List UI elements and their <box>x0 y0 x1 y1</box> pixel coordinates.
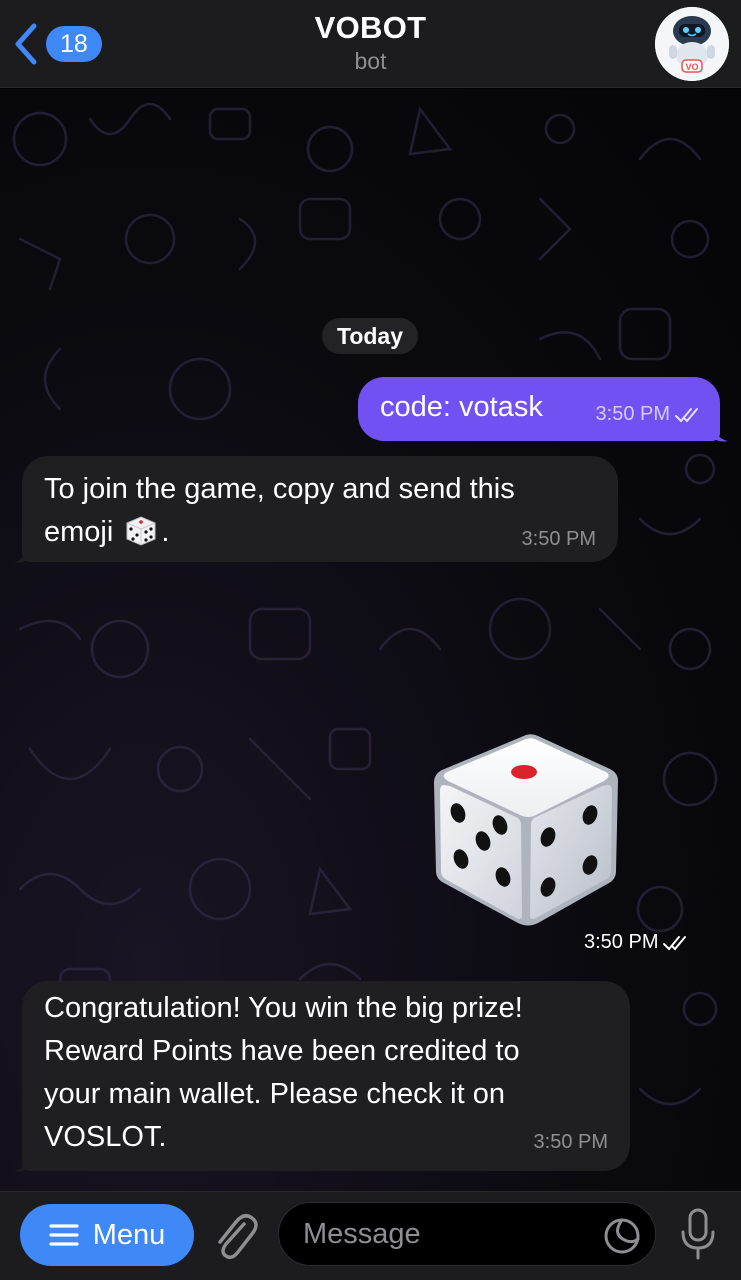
message-list[interactable]: Today code: votask 3:50 PM To join the g… <box>0 89 741 1191</box>
message-line: Reward Points have been credited to <box>44 1035 520 1067</box>
sticker-icon[interactable] <box>603 1217 641 1255</box>
message-text: code: votask <box>380 391 543 423</box>
message-line: To join the game, copy and send this <box>44 473 515 505</box>
chat-header: 18 VOBOT bot VO <box>0 0 741 88</box>
message-line: your main wallet. Please check it on <box>44 1078 505 1110</box>
menu-label: Menu <box>92 1218 166 1251</box>
chat-subtitle: bot <box>354 48 387 74</box>
bubble-tail <box>14 1153 30 1172</box>
message-time: 3:50 PM <box>595 403 670 425</box>
paperclip-icon[interactable] <box>210 1210 258 1262</box>
dice-emoji <box>434 734 618 926</box>
incoming-message[interactable]: Congratulation! You win the big prize! R… <box>22 981 630 1171</box>
message-line: VOSLOT. <box>44 1121 167 1153</box>
message-input-container <box>278 1202 656 1266</box>
message-text: To join the game, copy and send this emo… <box>44 468 515 554</box>
message-time: 3:50 PM <box>533 1131 608 1153</box>
message-line-prefix: emoji <box>44 516 122 548</box>
composer-bar: Menu <box>0 1191 741 1280</box>
message-text: Congratulation! You win the big prize! R… <box>44 987 523 1159</box>
robot-icon: VO <box>655 7 729 81</box>
message-time: 3:50 PM <box>521 528 596 550</box>
message-time: 3:50 PM <box>584 931 659 953</box>
bot-menu-button[interactable]: Menu <box>20 1204 194 1266</box>
chat-title-block[interactable]: VOBOT bot <box>0 10 741 75</box>
message-meta: 3:50 PM <box>584 931 690 954</box>
bot-avatar[interactable]: VO <box>655 7 729 81</box>
incoming-message[interactable]: To join the game, copy and send this emo… <box>22 456 618 562</box>
microphone-icon[interactable] <box>678 1206 718 1262</box>
dice-message[interactable] <box>428 729 624 929</box>
message-line: Congratulation! You win the big prize! <box>44 992 523 1024</box>
bubble-tail <box>14 544 30 563</box>
bubble-tail <box>712 423 728 442</box>
avatar-text: VO <box>685 62 698 72</box>
message-line-suffix: . <box>161 516 170 548</box>
message-input[interactable] <box>303 1203 593 1265</box>
date-separator: Today <box>322 318 418 354</box>
dice-emoji <box>126 516 156 546</box>
message-meta: 3:50 PM <box>596 403 702 426</box>
hamburger-icon <box>49 1224 79 1246</box>
outgoing-message[interactable]: code: votask 3:50 PM <box>358 377 720 441</box>
read-checkmarks-icon <box>675 407 698 422</box>
read-checkmarks-icon <box>663 935 687 950</box>
chat-title: VOBOT <box>314 10 427 45</box>
